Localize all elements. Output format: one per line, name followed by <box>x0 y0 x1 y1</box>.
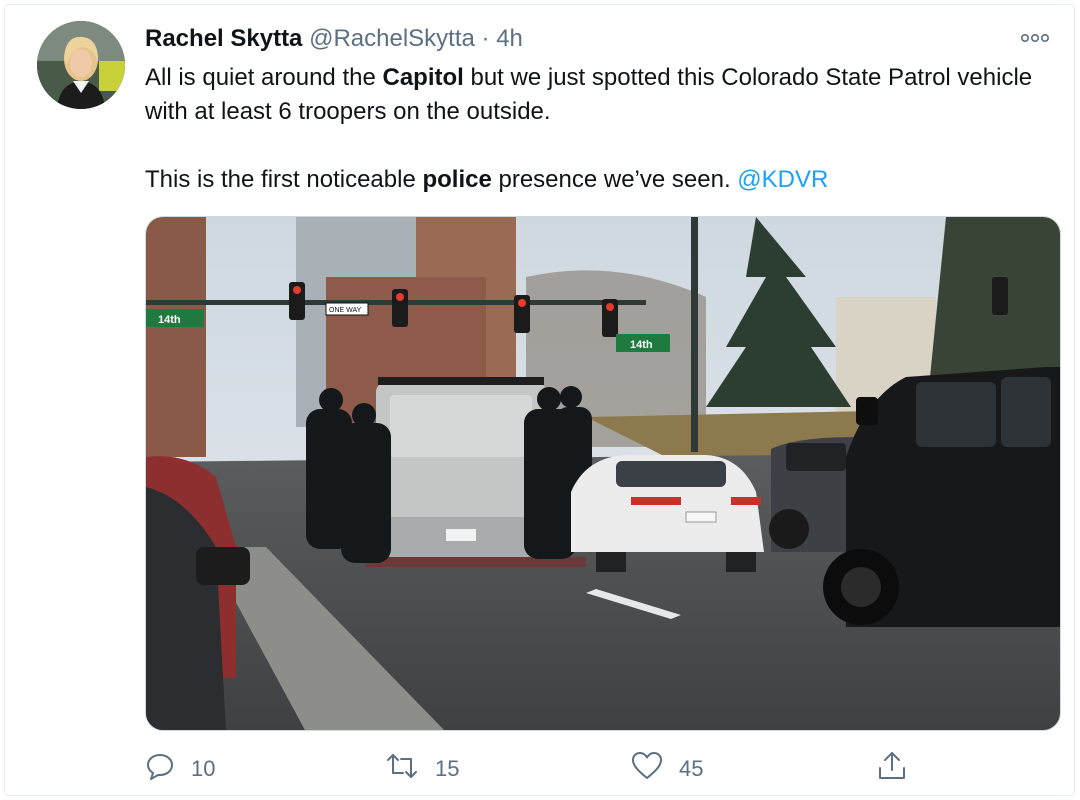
retweet-icon <box>385 751 419 787</box>
timestamp[interactable]: 4h <box>496 25 523 52</box>
tweet-photo[interactable]: 14th 14th ONE WAY <box>145 216 1061 731</box>
share-button[interactable] <box>877 749 907 789</box>
reply-icon <box>145 751 175 787</box>
bold-keyword: Capitol <box>382 64 464 91</box>
tweet-actions: 10 15 45 <box>145 749 925 789</box>
reply-button[interactable]: 10 <box>145 749 215 789</box>
tweet-paragraph-1: All is quiet around the Capitol but we j… <box>145 61 1045 129</box>
side-mirror <box>196 547 250 585</box>
more-options-button[interactable] <box>1018 27 1052 51</box>
text-segment: presence we’ve seen. <box>491 166 738 193</box>
tweet-paragraph-2: This is the first noticeable police pres… <box>145 163 1045 197</box>
tweet-text: All is quiet around the Capitol but we j… <box>145 61 1045 197</box>
retweet-button[interactable]: 15 <box>385 749 459 789</box>
building <box>146 217 206 457</box>
author-handle[interactable]: @RachelSkytta <box>309 25 475 52</box>
tweet-header: Rachel Skytta @RachelSkytta · 4h <box>145 23 523 55</box>
street-sign-label: 14th <box>630 339 653 351</box>
text-segment: All is quiet around the <box>145 64 383 91</box>
text-segment: This is the first noticeable <box>145 166 423 193</box>
avatar[interactable] <box>37 21 125 109</box>
street-sign-label: 14th <box>158 314 181 326</box>
reply-count: 10 <box>191 756 216 781</box>
black-pickup-truck <box>823 367 1060 627</box>
share-icon <box>877 750 907 788</box>
heart-icon <box>631 751 663 787</box>
more-horizontal-icon <box>1020 30 1050 48</box>
retweet-count: 15 <box>435 756 460 781</box>
one-way-sign-label: ONE WAY <box>329 307 362 314</box>
mention-link[interactable]: @KDVR <box>737 166 828 193</box>
like-count: 45 <box>679 756 704 781</box>
bold-keyword: police <box>422 166 492 193</box>
author-name[interactable]: Rachel Skytta <box>145 25 302 52</box>
tweet-card[interactable]: Rachel Skytta @RachelSkytta · 4h All is … <box>4 4 1075 796</box>
like-button[interactable]: 45 <box>631 749 703 789</box>
signal-pole <box>691 217 698 452</box>
separator-dot: · <box>481 25 490 52</box>
